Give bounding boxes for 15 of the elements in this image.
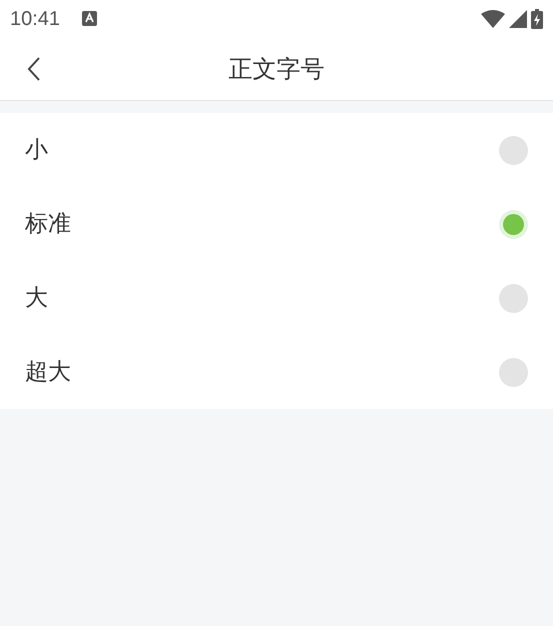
signal-icon <box>509 10 527 28</box>
radio-button[interactable] <box>499 136 528 164</box>
option-label[interactable]: 标准 <box>25 206 71 242</box>
wifi-icon <box>481 10 505 28</box>
keyboard-app-icon <box>82 11 98 26</box>
option-label[interactable]: 大 <box>25 280 48 316</box>
status-time: 10:41 <box>10 6 60 32</box>
option-label[interactable]: 超大 <box>25 354 71 390</box>
chevron-left-icon <box>27 57 41 81</box>
option-label[interactable]: 小 <box>25 132 48 168</box>
page-title: 正文字号 <box>228 54 324 84</box>
radio-button[interactable] <box>499 210 528 238</box>
radio-button[interactable] <box>499 284 528 312</box>
radio-button[interactable] <box>499 358 528 386</box>
battery-icon <box>531 8 543 28</box>
